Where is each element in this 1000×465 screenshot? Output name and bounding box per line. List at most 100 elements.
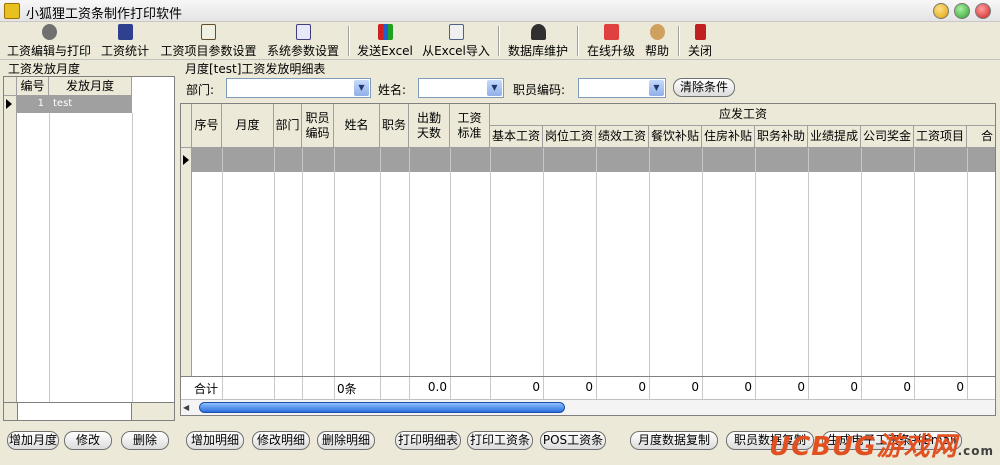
watermark-subtext: .com [957,444,994,458]
summary-row: 合计 0条 0.0 0 0 0 0 0 0 0 0 0 [181,376,995,399]
column-header-seq: 序号 [192,104,222,148]
edit-month-button[interactable]: 修改 [64,431,112,450]
month-grid[interactable]: 编号 发放月度 1 test [3,76,175,421]
summary-label: 合计 [194,382,219,396]
toolbar-separator [498,26,500,56]
column-header-department: 部门 [274,104,302,148]
close-window-button[interactable] [975,3,991,19]
grid-line [755,377,756,399]
summary-basic: 0 [532,380,540,394]
column-header-bonus: 公司奖金 [861,126,914,148]
toolbar-salary-edit-print[interactable]: 工资编辑与打印 [5,24,93,58]
delete-month-button[interactable]: 删除 [121,431,169,450]
grid-line [861,148,862,391]
grid-line [334,377,335,399]
column-header-name: 姓名 [334,104,380,148]
watermark-logo: UCBUG游戏网.com [769,426,994,463]
maximize-button[interactable] [954,3,970,19]
month-group-title: 工资发放月度 [6,60,83,77]
column-header-month: 月度 [222,104,274,148]
person-icon [530,24,546,40]
print-detail-button[interactable]: 打印明细表 [395,431,461,450]
summary-count: 0条 [337,382,357,396]
column-header-post: 岗位工资 [543,126,596,148]
scroll-left-icon[interactable]: ◀ [183,403,189,412]
grid-line [274,377,275,399]
print-salary-slip-button[interactable]: 打印工资条 [467,431,533,450]
toolbar-system-settings[interactable]: 系统参数设置 [266,24,340,58]
department-select[interactable]: ▼ [226,78,371,98]
minimize-button[interactable] [933,3,949,19]
summary-item: 0 [956,380,964,394]
row-indicator-header [4,77,17,96]
delete-detail-button[interactable]: 删除明细 [317,431,375,450]
column-header-id: 编号 [17,77,49,96]
edit-detail-button[interactable]: 修改明细 [252,431,310,450]
grid-line [596,148,597,391]
table-row[interactable] [192,148,995,172]
summary-meal: 0 [691,380,699,394]
toolbar-separator [348,26,350,56]
toolbar-salary-item-settings[interactable]: 工资项目参数设置 [160,24,257,58]
add-month-button[interactable]: 增加月度 [7,431,59,450]
grid-line [450,377,451,399]
toolbar-separator [678,26,680,56]
grid-line [222,377,223,399]
month-grid-footer [4,402,174,420]
toolbar-send-excel[interactable]: 发送Excel [356,24,414,58]
grid-line [543,148,544,391]
grid-line [649,377,650,399]
grid-line [702,148,703,391]
summary-housing: 0 [744,380,752,394]
column-header-basic: 基本工资 [490,126,543,148]
column-header-meal: 餐饮补贴 [649,126,702,148]
column-header-performance: 绩效工资 [596,126,649,148]
chevron-down-icon[interactable]: ▼ [354,80,369,96]
row-indicator-column [4,96,17,402]
window-title: 小狐狸工资条制作打印软件 [26,7,183,22]
toolbar-online-upgrade[interactable]: 在线升级 [585,24,637,58]
add-detail-button[interactable]: 增加明细 [186,431,244,450]
grid-line [49,113,50,402]
name-select[interactable]: ▼ [418,78,504,98]
employee-code-label: 职员编码: [513,83,566,97]
row-indicator-column [181,148,192,376]
chevron-down-icon[interactable]: ▼ [649,80,664,96]
grid-line [222,148,223,391]
toolbar-help[interactable]: 帮助 [643,24,671,58]
clear-filters-button[interactable]: 清除条件 [673,78,735,97]
employee-code-select[interactable]: ▼ [578,78,666,98]
column-group-header-payable: 应发工资 [490,104,995,126]
grid-line [450,148,451,391]
grid-line [302,377,303,399]
exit-icon [694,24,706,40]
toolbar: 工资编辑与打印 工资统计 工资项目参数设置 系统参数设置 发送Excel 从Ex… [0,22,1000,60]
column-header-position: 职务 [380,104,409,148]
pos-salary-slip-button[interactable]: POS工资条 [540,431,606,450]
summary-attendance: 0.0 [427,380,447,394]
scrollbar-thumb[interactable] [199,402,565,413]
grid-line [302,148,303,391]
toolbar-database-maintenance[interactable]: 数据库维护 [506,24,570,58]
grid-line [380,148,381,391]
grid-line [596,377,597,399]
grid-line [490,148,491,391]
toolbar-import-excel[interactable]: 从Excel导入 [421,24,491,58]
row-id: 1 [37,98,44,109]
column-header-attendance: 出勤天数 [409,104,450,148]
chevron-down-icon[interactable]: ▼ [487,80,502,96]
copy-month-data-button[interactable]: 月度数据复制 [630,431,718,450]
toolbar-close[interactable]: 关闭 [686,24,714,58]
summary-performance: 0 [638,380,646,394]
chart-icon [377,24,393,40]
table-row[interactable]: 1 test [17,96,132,113]
horizontal-scrollbar[interactable]: ◀ [181,399,995,415]
grid-line [914,148,915,391]
row-month: test [53,98,73,109]
salary-detail-grid[interactable]: 序号 月度 部门 职员编码 姓名 职务 出勤天数 工资标准 应发工资 基本工资 … [180,103,996,416]
stats-icon [117,24,133,40]
footer-cell [17,403,132,420]
grid-line [808,148,809,391]
toolbar-salary-stats[interactable]: 工资统计 [98,24,152,58]
document-icon [201,24,216,40]
